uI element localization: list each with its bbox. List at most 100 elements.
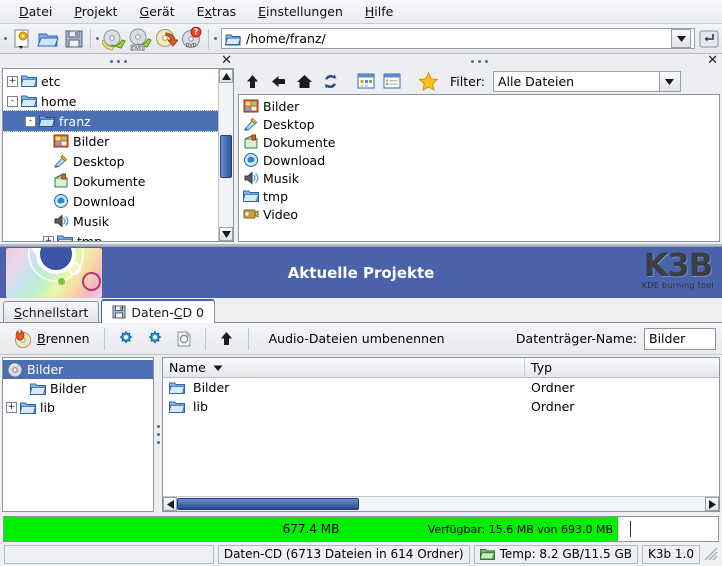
file-name-label: Desktop [263, 116, 315, 132]
list-item[interactable]: Dokumente [243, 133, 719, 151]
tree-expander[interactable]: - [25, 115, 36, 127]
format-dvd-icon[interactable]: DVD ? [179, 26, 205, 52]
project-horizontal-scrollbar[interactable] [163, 496, 719, 511]
toolbar-separator-2 [208, 28, 209, 49]
panel-drag-handle[interactable] [109, 59, 127, 63]
documents-icon [53, 173, 69, 189]
menu-item-einstellungen[interactable]: Einstellungen [247, 1, 354, 22]
tree-item-download[interactable]: Download [3, 191, 218, 211]
k3b-logo: K3B KDE burning tool [642, 249, 714, 290]
table-row[interactable]: lib Ordner [163, 397, 719, 416]
scroll-left-icon[interactable] [163, 497, 177, 511]
tree-item-home[interactable]: - home [3, 91, 218, 111]
table-row[interactable]: Bilder Ordner [163, 378, 719, 397]
tree-item-franz[interactable]: - franz [3, 110, 218, 132]
file-name-label: Musik [263, 170, 299, 186]
reload-icon[interactable] [318, 70, 342, 92]
bookmark-star-icon[interactable] [416, 70, 440, 92]
tree-indent-guide [20, 379, 30, 399]
cell-typ: Ordner [531, 399, 575, 414]
scroll-right-icon[interactable] [705, 497, 719, 511]
filter-label: Filter: [450, 73, 485, 89]
tree-item-bilder[interactable]: Bilder [3, 131, 218, 151]
project-tree-item[interactable]: + lib [3, 398, 153, 417]
list-item[interactable]: Desktop [243, 115, 719, 133]
save-icon[interactable] [61, 26, 87, 52]
back-arrow-icon[interactable] [266, 70, 290, 92]
filter-combobox[interactable]: Alle Dateien [492, 70, 681, 92]
project-tree[interactable]: Bilder Bilder + lib [2, 357, 154, 512]
capacity-bar[interactable]: 677.4 MB Verfügbar: 15.6 MB von 693.0 MB [3, 516, 719, 542]
project-tree-item[interactable]: Bilder [3, 379, 153, 398]
menu-item-hilfe[interactable]: Hilfe [354, 1, 404, 22]
project-splitter[interactable] [154, 357, 162, 512]
file-panel-drag-handle[interactable] [470, 59, 488, 63]
go-enter-button[interactable] [698, 28, 720, 50]
scroll-track[interactable] [219, 83, 233, 227]
tree-expander[interactable]: - [7, 95, 18, 107]
tree-item-dokumente[interactable]: Dokumente [3, 171, 218, 191]
tree-item-etc[interactable]: + etc [3, 71, 218, 91]
close-icon[interactable]: ✕ [221, 54, 232, 67]
resize-grip[interactable] [704, 547, 718, 561]
open-folder-icon[interactable] [35, 26, 61, 52]
parent-folder-icon[interactable] [214, 326, 240, 352]
home-icon[interactable] [292, 70, 316, 92]
toolbar-grip-2[interactable] [94, 28, 101, 50]
up-arrow-icon[interactable] [240, 70, 264, 92]
list-item[interactable]: Bilder [243, 97, 719, 115]
new-document-icon[interactable] [171, 326, 197, 352]
menu-item-datei[interactable]: Datei [8, 1, 63, 22]
list-item[interactable]: tmp [242, 187, 719, 205]
burn-button[interactable]: Brennen [6, 327, 96, 351]
path-input[interactable]: /home/franz/ [221, 28, 695, 49]
rename-audio-label[interactable]: Audio-Dateien umbenennen [269, 331, 445, 346]
scroll-up-icon[interactable] [219, 69, 233, 83]
copy-cd-icon[interactable] [101, 26, 127, 52]
menu-item-geraet[interactable]: Gerät [129, 1, 186, 22]
tree-expander[interactable]: + [43, 235, 54, 241]
hscroll-thumb[interactable] [177, 498, 359, 510]
scroll-thumb[interactable] [220, 134, 232, 179]
tree-item-label: franz [59, 113, 91, 129]
tree-item-desktop[interactable]: Desktop [3, 151, 218, 171]
menu-item-projekt[interactable]: Projekt [63, 1, 128, 22]
copy-dvd-icon[interactable]: DVD [127, 26, 153, 52]
toolbar-grip-3[interactable] [212, 28, 219, 50]
tree-expander[interactable]: + [6, 402, 17, 413]
chevron-down-icon[interactable] [658, 71, 680, 91]
hscroll-track[interactable] [177, 497, 705, 511]
file-panel-close-icon[interactable]: ✕ [707, 54, 718, 67]
documents-icon [243, 134, 259, 150]
project-toolbar: Brennen Audio-Dateien umbenennen Datentr… [0, 323, 722, 355]
tree-item-musik[interactable]: Musik [3, 211, 218, 231]
tree-vertical-scrollbar[interactable] [218, 69, 233, 241]
settings-gear-icon[interactable] [142, 326, 168, 352]
status-version: K3b 1.0 [641, 544, 700, 564]
file-list[interactable]: Bilder Desktop Dokumente Download Musik tmp Vi… [238, 94, 720, 242]
list-item[interactable]: Download [243, 151, 719, 169]
toolbar-grip[interactable] [2, 28, 9, 50]
detail-view-icon[interactable] [380, 70, 404, 92]
tree-expander[interactable]: + [7, 75, 18, 87]
k3b-logo-text: K3B [643, 246, 713, 284]
project-properties-icon[interactable] [113, 326, 139, 352]
column-header-name[interactable]: Name [163, 358, 525, 377]
folder-green-icon [479, 548, 495, 560]
tab-schnellstart[interactable]: Schnellstart [3, 301, 100, 322]
project-tree-item[interactable]: Bilder [3, 360, 153, 379]
new-project-icon[interactable] [9, 26, 35, 52]
list-item[interactable]: Video [243, 205, 719, 223]
tab-daten-cd-0[interactable]: Daten-CD 0 [101, 299, 216, 323]
scroll-down-icon[interactable] [219, 227, 233, 241]
erase-cdrw-icon[interactable] [153, 26, 179, 52]
volume-name-input[interactable]: Bilder [644, 327, 716, 350]
path-dropdown-button[interactable] [671, 29, 691, 48]
list-item[interactable]: Musik [243, 169, 719, 187]
tree-item-tmp[interactable]: + tmp [3, 231, 218, 241]
icon-view-icon[interactable] [354, 70, 378, 92]
svg-text:?: ? [194, 27, 199, 36]
menu-item-extras[interactable]: Extras [186, 1, 248, 22]
column-header-typ[interactable]: Typ [525, 358, 719, 377]
file-name-label: tmp [263, 188, 289, 204]
